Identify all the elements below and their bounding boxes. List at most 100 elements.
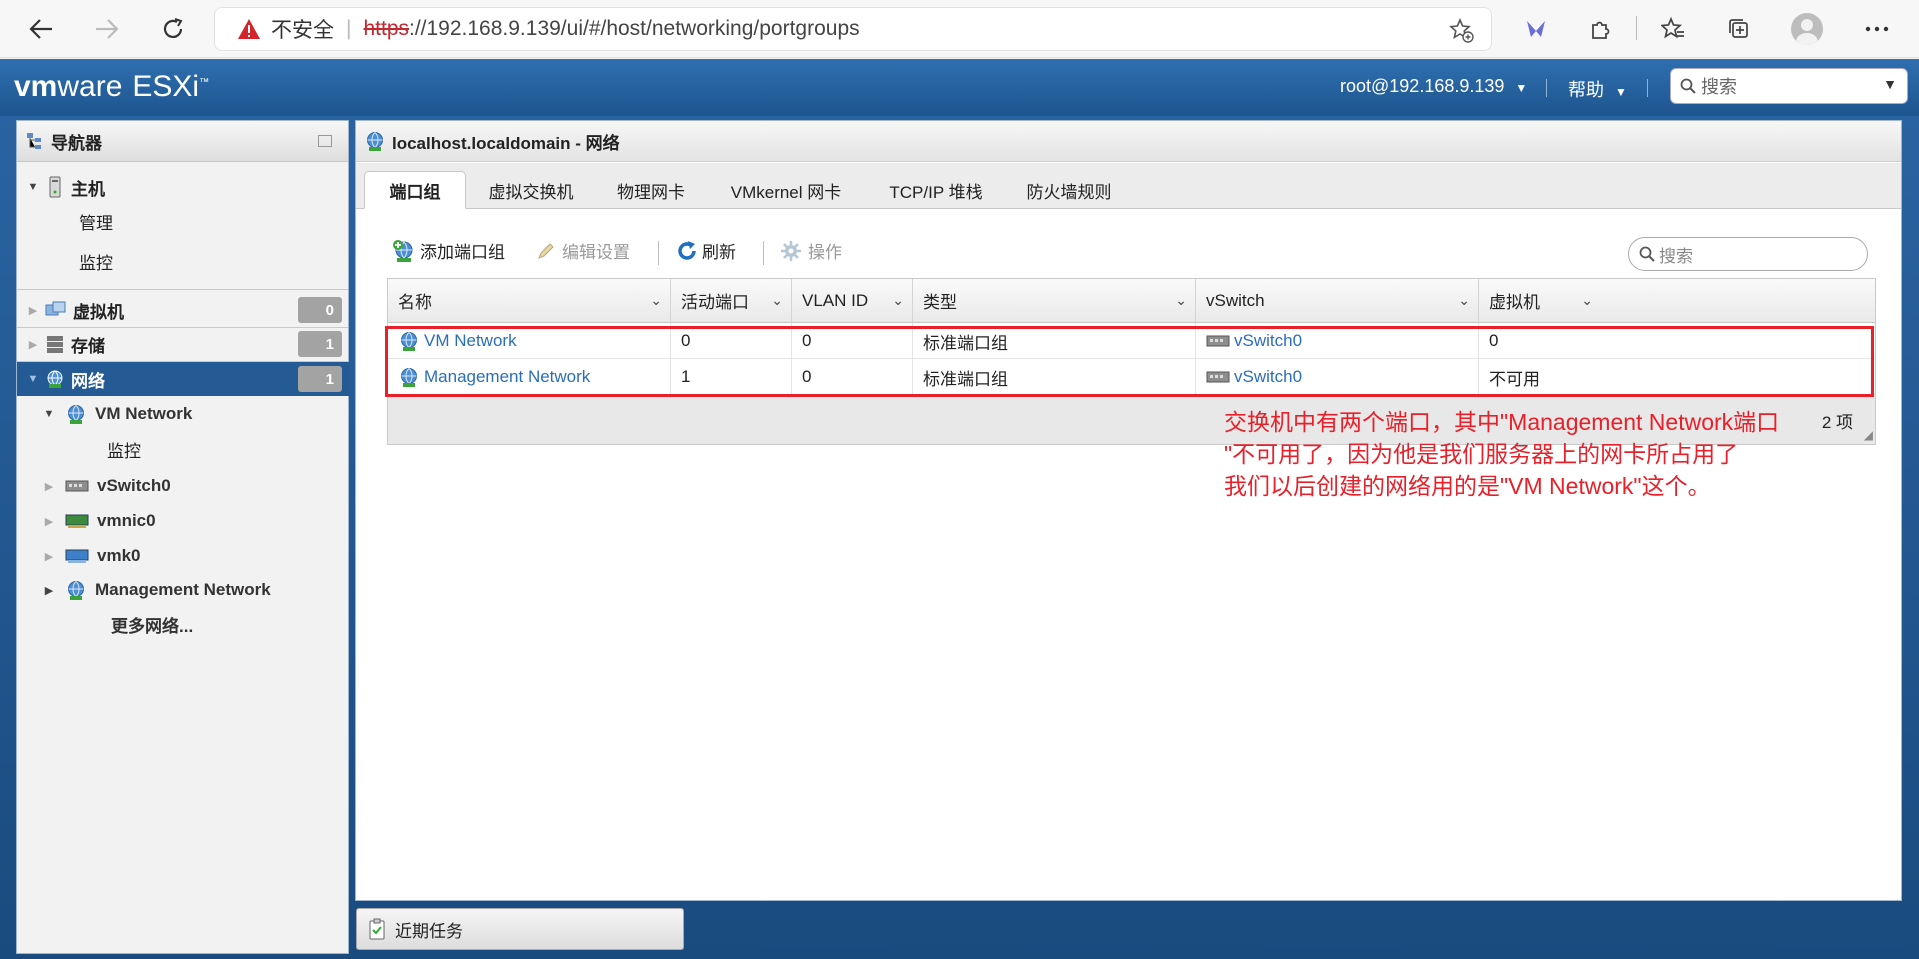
chevron-down-icon[interactable]: ⌄: [1175, 292, 1187, 309]
nav-vmnic0[interactable]: ▶ vmnic0: [17, 504, 350, 538]
cell-vlan-id: 0: [792, 359, 913, 395]
vswitch-link[interactable]: vSwitch0: [1234, 367, 1302, 387]
nav-vm-label: 虚拟机: [73, 302, 124, 322]
caret-right-icon[interactable]: ▶: [27, 304, 39, 317]
cell-name[interactable]: VM Network: [388, 323, 671, 359]
network-globe-icon: [47, 370, 63, 388]
nav-host-manage[interactable]: 管理: [17, 205, 350, 237]
tab-bar: 端口组 虚拟交换机 物理网卡 VMkernel 网卡 TCP/IP 堆栈 防火墙…: [356, 163, 1901, 209]
recent-tasks-button[interactable]: 近期任务: [356, 908, 684, 950]
caret-right-icon[interactable]: ▶: [43, 480, 55, 493]
chevron-down-icon[interactable]: ⌄: [650, 292, 662, 309]
security-label: 不安全: [271, 19, 334, 42]
add-favorite-icon[interactable]: [1449, 17, 1475, 50]
column-header-active-ports[interactable]: 活动端口 ⌄: [671, 279, 792, 323]
chevron-down-icon[interactable]: ⌄: [892, 292, 904, 309]
nav-vswitch0[interactable]: ▶ vSwitch0: [17, 469, 350, 503]
header-search-input[interactable]: 搜索 ▼: [1670, 68, 1908, 104]
reload-icon[interactable]: [154, 10, 192, 48]
column-header-vswitch[interactable]: vSwitch ⌄: [1196, 279, 1479, 323]
add-port-group-button[interactable]: 添加端口组: [392, 238, 505, 263]
tab-virtual-switches[interactable]: 虚拟交换机: [476, 171, 586, 209]
chevron-down-icon[interactable]: ⌄: [771, 292, 783, 309]
actions-button[interactable]: 操作: [780, 238, 842, 263]
vswitch-link[interactable]: vSwitch0: [1234, 331, 1302, 351]
column-header-vlan-id[interactable]: VLAN ID ⌄: [792, 279, 913, 323]
chevron-down-icon[interactable]: ⌄: [1581, 292, 1593, 309]
edit-settings-button[interactable]: 编辑设置: [536, 238, 630, 263]
refresh-button[interactable]: 刷新: [676, 238, 736, 263]
column-header-vms[interactable]: 虚拟机 ⌄: [1479, 279, 1875, 323]
favorites-icon[interactable]: [1656, 12, 1690, 46]
nav-more-networks[interactable]: 更多网络...: [17, 607, 350, 641]
host-server-icon: [49, 176, 61, 198]
nav-virtual-machines[interactable]: ▶ 虚拟机 0: [17, 294, 350, 326]
cell-vswitch[interactable]: vSwitch0: [1196, 323, 1479, 359]
nav-networking[interactable]: ▼ 网络 1: [17, 362, 350, 396]
caret-right-icon[interactable]: ▶: [43, 515, 55, 528]
browser-toolbar: 不安全 | https ://192.168.9.139/ui/#/host/n…: [0, 0, 1919, 58]
table-row[interactable]: VM Network 0 0 标准端口组 vSwitch0 0: [388, 323, 1875, 359]
nav-vmnic0-label: vmnic0: [97, 511, 156, 530]
chevron-down-icon[interactable]: ⌄: [1458, 292, 1470, 309]
nav-storage[interactable]: ▶ 存储 1: [17, 328, 350, 360]
user-label: root@192.168.9.139: [1340, 76, 1505, 96]
nav-host-label: 主机: [71, 179, 105, 199]
extensions-puzzle-icon[interactable]: [1583, 12, 1617, 46]
table-row[interactable]: Management Network 1 0 标准端口组 vSwitch0 不可…: [388, 359, 1875, 395]
nav-host[interactable]: ▼ 主机: [17, 171, 350, 203]
vmkernel-nic-icon: [65, 549, 89, 563]
chevron-down-icon[interactable]: ▼: [1883, 76, 1897, 92]
recent-tasks-label: 近期任务: [395, 921, 463, 941]
cell-type: 标准端口组: [913, 323, 1196, 359]
resize-grip-icon[interactable]: ◢: [1864, 428, 1873, 442]
tab-physical-nics[interactable]: 物理网卡: [601, 171, 701, 209]
column-header-name[interactable]: 名称 ⌄: [388, 279, 671, 323]
cell-vswitch[interactable]: vSwitch0: [1196, 359, 1479, 395]
back-icon[interactable]: [22, 10, 60, 48]
user-menu[interactable]: root@192.168.9.139 ▼: [1340, 76, 1527, 97]
extension-bird-icon[interactable]: [1519, 12, 1553, 46]
navigator-tree-icon: [27, 133, 41, 149]
forward-icon[interactable]: [88, 10, 126, 48]
minimize-icon[interactable]: [318, 135, 332, 147]
column-header-type[interactable]: 类型 ⌄: [913, 279, 1196, 323]
nav-vm-network-monitor[interactable]: 监控: [17, 433, 350, 465]
edit-settings-label: 编辑设置: [562, 243, 630, 262]
navigator-title: 导航器: [51, 133, 102, 153]
grid-search-input[interactable]: 搜索: [1628, 237, 1868, 271]
caret-down-icon[interactable]: ▼: [27, 373, 39, 385]
help-menu[interactable]: 帮助 ▼: [1568, 76, 1627, 102]
profile-avatar[interactable]: [1791, 13, 1823, 45]
tab-port-groups[interactable]: 端口组: [364, 171, 466, 209]
url-scheme: https: [363, 17, 409, 40]
tab-firewall-rules[interactable]: 防火墙规则: [1014, 171, 1124, 209]
nav-network-label: 网络: [71, 371, 105, 391]
portgroup-globe-icon: [68, 405, 84, 424]
add-port-group-icon: [393, 239, 413, 262]
refresh-label: 刷新: [702, 243, 736, 262]
nav-divider: [17, 289, 348, 290]
nav-vmk0[interactable]: ▶ vmk0: [17, 539, 350, 573]
caret-right-icon[interactable]: ▶: [27, 338, 39, 351]
annotation-line: 我们以后创建的网络用的是"VM Network"这个。: [1224, 473, 1711, 499]
caret-down-icon[interactable]: ▼: [27, 181, 39, 193]
cell-name[interactable]: Management Network: [388, 359, 671, 395]
nav-management-network[interactable]: ▶ Management Network: [17, 573, 350, 607]
caret-down-icon[interactable]: ▼: [43, 408, 55, 420]
nav-vm-network[interactable]: ▼ VM Network: [17, 397, 350, 431]
port-group-link[interactable]: VM Network: [424, 331, 517, 351]
more-menu-icon[interactable]: [1860, 12, 1894, 46]
nav-host-monitor[interactable]: 监控: [17, 245, 350, 277]
caret-right-icon[interactable]: ▶: [43, 550, 55, 563]
portgroup-globe-icon: [401, 332, 417, 351]
collections-icon[interactable]: [1722, 12, 1756, 46]
tab-vmkernel-nics[interactable]: VMkernel 网卡: [716, 171, 856, 209]
tab-tcpip-stacks[interactable]: TCP/IP 堆栈: [871, 171, 1001, 209]
caret-right-icon[interactable]: ▶: [43, 584, 55, 597]
nav-monitor-label: 监控: [107, 441, 141, 461]
vm-icon: [45, 301, 66, 316]
address-bar[interactable]: 不安全 | https ://192.168.9.139/ui/#/host/n…: [214, 7, 1492, 51]
toolbar-separator: [658, 241, 659, 265]
port-group-link[interactable]: Management Network: [424, 367, 590, 387]
